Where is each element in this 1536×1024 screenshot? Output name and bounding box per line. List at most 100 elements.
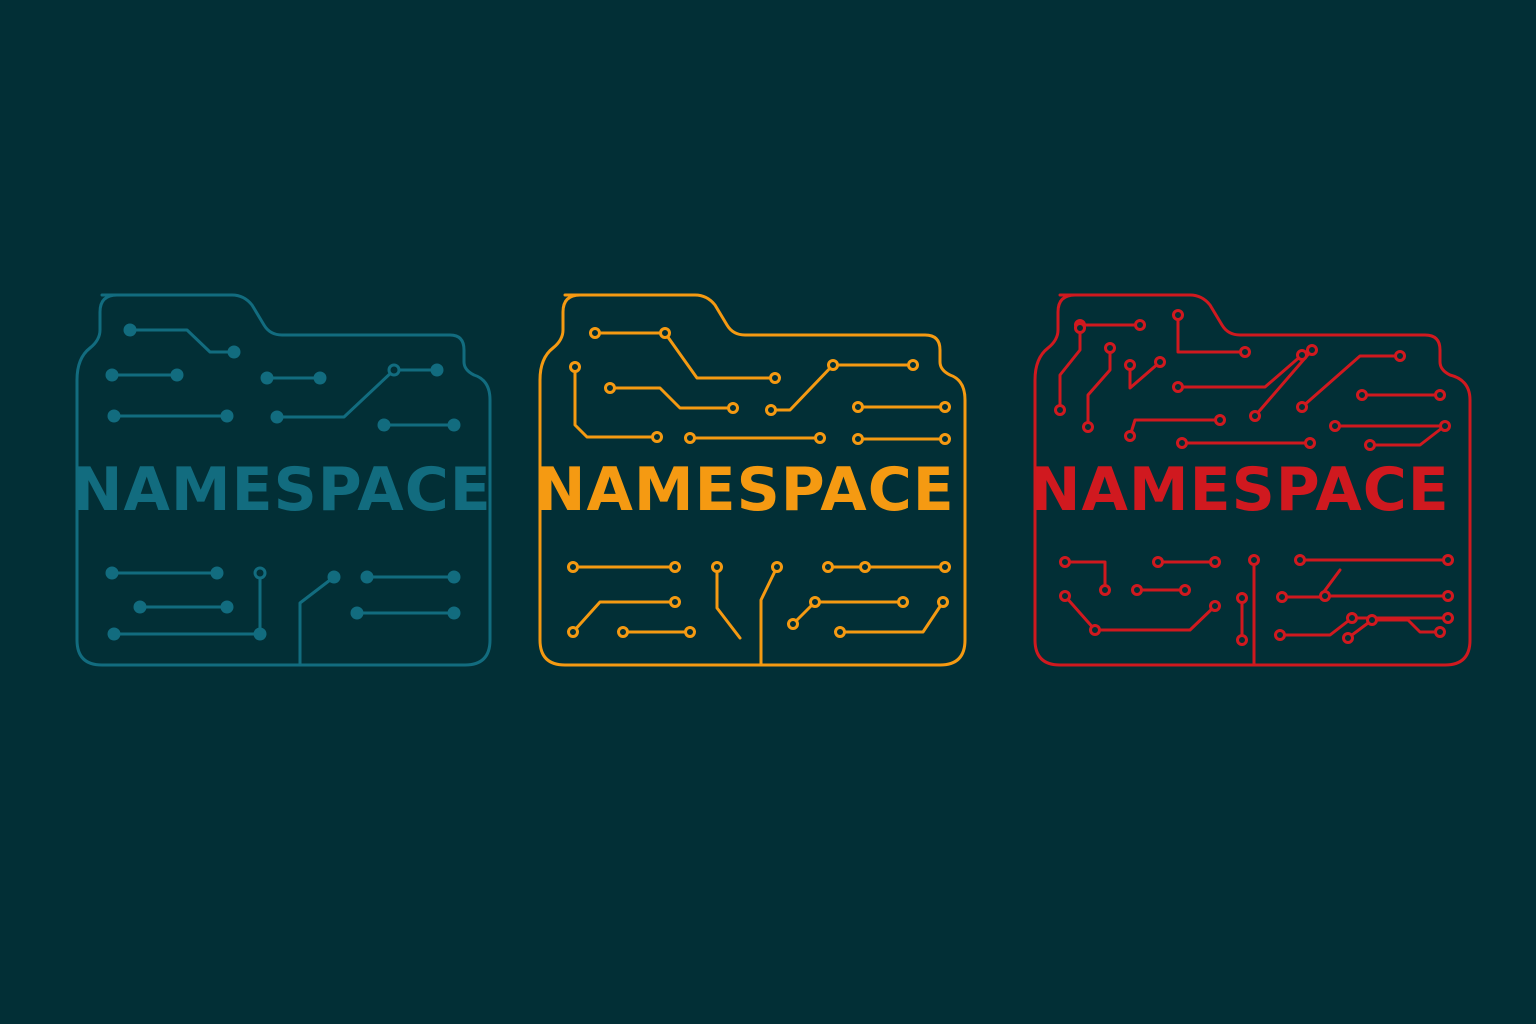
circuit-node (430, 363, 444, 377)
logo-orange: NAMESPACE (535, 290, 967, 672)
circuit-node (1439, 420, 1451, 432)
circuit-node (1249, 410, 1261, 422)
circuit-node (787, 618, 799, 630)
circuit-node (105, 368, 119, 382)
circuit-node (1319, 590, 1331, 602)
circuit-node (1214, 414, 1226, 426)
circuit-node (1236, 634, 1248, 646)
circuit-trace (791, 600, 905, 626)
circuit-node (1099, 584, 1111, 596)
circuit-node (859, 561, 871, 573)
circuit-node (1059, 590, 1071, 602)
circuit-node (1294, 554, 1306, 566)
circuit-trace (573, 365, 659, 439)
circuit-node (227, 345, 241, 359)
circuit-node (939, 561, 951, 573)
circuit-trace (1346, 618, 1442, 640)
circuit-node (253, 566, 267, 580)
circuit-node (1342, 632, 1354, 644)
circuit-trace (1086, 346, 1112, 429)
circuit-node (1442, 612, 1454, 624)
circuit-trace (1368, 426, 1444, 447)
circuit-node (711, 561, 723, 573)
circuit-node (659, 327, 671, 339)
circuit-trace (1300, 354, 1402, 409)
circuit-trace (593, 331, 777, 380)
circuit-node (1074, 322, 1086, 334)
circuit-trace (1063, 560, 1107, 592)
circuit-node (669, 596, 681, 608)
circuit-node (123, 323, 137, 337)
logo-teal: NAMESPACE (72, 290, 492, 672)
circuit-node (170, 368, 184, 382)
circuit-trace (838, 600, 945, 634)
circuit-trace (298, 575, 336, 667)
circuit-node (1366, 614, 1378, 626)
circuit-node (1152, 556, 1164, 568)
circuit-node (569, 361, 581, 373)
circuit-node (589, 327, 601, 339)
circuit-node (937, 596, 949, 608)
circuit-node (1179, 584, 1191, 596)
logo-wordmark: NAMESPACE (72, 455, 492, 525)
circuit-node (1434, 626, 1446, 638)
circuit-trace (128, 328, 236, 354)
circuit-node (1154, 356, 1166, 368)
circuit-node (1239, 346, 1251, 358)
circuit-node (253, 627, 267, 641)
circuit-node (684, 432, 696, 444)
logo-wordmark: NAMESPACE (535, 455, 955, 525)
circuit-node (327, 570, 341, 584)
circuit-node (1306, 344, 1318, 356)
circuit-node (1054, 404, 1066, 416)
circuit-node (447, 570, 461, 584)
circuit-trace (769, 363, 915, 412)
circuit-node (350, 606, 364, 620)
circuit-node (814, 432, 826, 444)
circuit-trace (1063, 594, 1217, 632)
circuit-node (1296, 349, 1308, 361)
circuit-node (567, 561, 579, 573)
circuit-node (1442, 590, 1454, 602)
circuit-node (260, 371, 274, 385)
circuit-node (604, 382, 616, 394)
circuit-node (313, 371, 327, 385)
circuit-node (852, 433, 864, 445)
circuit-node (771, 561, 783, 573)
circuit-node (447, 606, 461, 620)
circuit-node (133, 600, 147, 614)
circuit-node (567, 626, 579, 638)
circuit-node (447, 418, 461, 432)
circuit-node (727, 402, 739, 414)
circuit-node (270, 410, 284, 424)
circuit-node (377, 418, 391, 432)
circuit-node (1124, 359, 1136, 371)
circuit-node (1124, 430, 1136, 442)
circuit-node (822, 561, 834, 573)
circuit-node (210, 566, 224, 580)
circuit-node (1434, 389, 1446, 401)
logo-red: NAMESPACE (1030, 290, 1472, 672)
circuit-node (1276, 591, 1288, 603)
circuit-trace (1058, 326, 1082, 412)
circuit-node (1394, 350, 1406, 362)
circuit-node (1209, 600, 1221, 612)
circuit-node (1209, 556, 1221, 568)
circuit-trace (1128, 418, 1222, 438)
logo-wordmark: NAMESPACE (1030, 455, 1450, 525)
circuit-node (852, 401, 864, 413)
circuit-node (1274, 629, 1286, 641)
circuit-node (1236, 592, 1248, 604)
circuit-node (939, 401, 951, 413)
circuit-trace (715, 565, 742, 640)
circuit-node (107, 409, 121, 423)
circuit-node (1104, 342, 1116, 354)
circuit-node (1304, 437, 1316, 449)
circuit-node (1248, 554, 1260, 566)
circuit-node (220, 409, 234, 423)
circuit-node (1089, 624, 1101, 636)
circuit-node (669, 561, 681, 573)
circuit-node (651, 431, 663, 443)
circuit-node (1059, 556, 1071, 568)
circuit-node (220, 600, 234, 614)
